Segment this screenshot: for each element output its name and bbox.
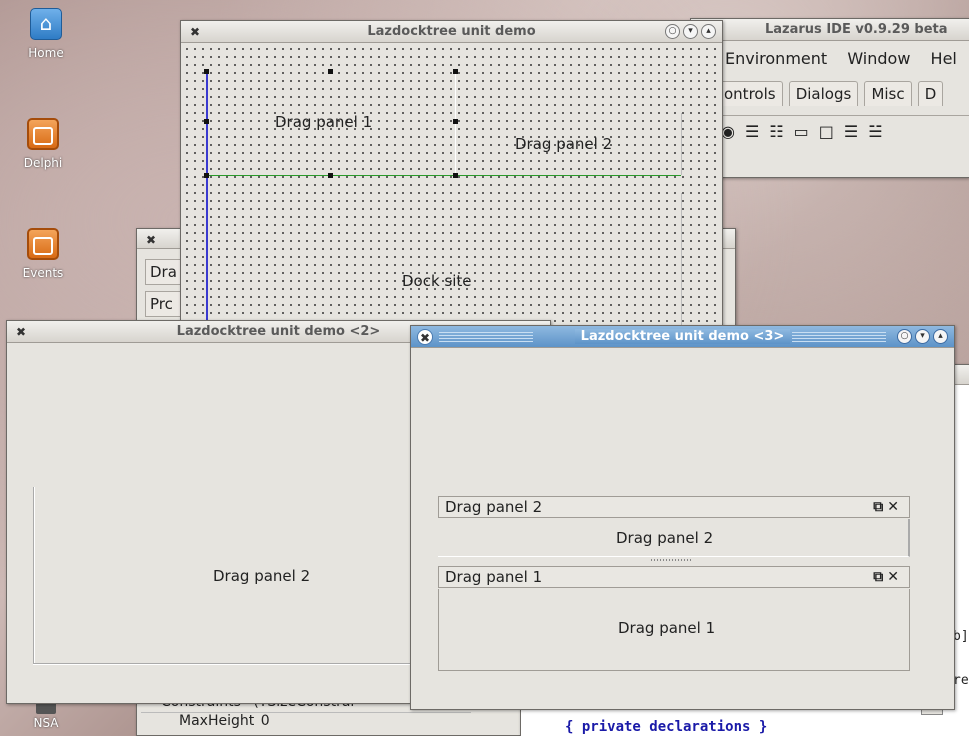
menu-environment[interactable]: Environment	[725, 49, 827, 68]
checkgroup-component-icon[interactable]: ☱	[868, 122, 882, 141]
window2-title: Lazdocktree unit demo <2>	[176, 324, 381, 339]
component-palette: ◉ ☰ ☷ ▭ □ ☰ ☱	[717, 115, 969, 145]
panel-component-icon[interactable]: □	[819, 122, 834, 141]
selection-handle[interactable]	[328, 173, 333, 178]
editor-snippet-2: re	[953, 673, 969, 688]
dock-header-panel-1[interactable]: Drag panel 1 ⧉✕	[438, 566, 910, 588]
horizontal-splitter[interactable]	[206, 175, 681, 176]
drag-panel-2-label: Drag panel 2	[515, 135, 613, 153]
desktop-icon-delphi[interactable]: Delphi	[8, 118, 78, 170]
dock-header-controls: ⧉✕	[873, 497, 903, 517]
inspector-tab-1[interactable]: Dra	[145, 259, 185, 285]
titlebar-decoration	[792, 332, 886, 342]
selection-handle[interactable]	[453, 173, 458, 178]
scrollbar-component-icon[interactable]: ▭	[794, 122, 809, 141]
minimize-icon[interactable]: ▾	[915, 329, 930, 344]
drag-panel-2-label: Drag panel 2	[616, 529, 714, 547]
editor-snippet-1: b]	[953, 629, 969, 644]
close-icon[interactable]: ✖	[417, 329, 433, 345]
tab-d[interactable]: D	[917, 81, 944, 106]
designer-titlebar[interactable]: ✖ Lazdocktree unit demo ○ ▾ ▴	[181, 21, 722, 43]
selection-handle[interactable]	[204, 119, 209, 124]
dock-splitter-grip[interactable]	[651, 559, 691, 561]
drag-panel-1-label: Drag panel 1	[618, 619, 716, 637]
designer-title: Lazdocktree unit demo	[367, 24, 536, 39]
selection-handle[interactable]	[453, 119, 458, 124]
shade-icon[interactable]: ○	[665, 24, 680, 39]
delphi-icon	[27, 118, 59, 150]
dock-site-label: Dock site	[402, 272, 472, 290]
docksite-border	[681, 193, 682, 333]
close-icon[interactable]: ✖	[187, 24, 203, 40]
desktop-icon-label: Home	[28, 46, 64, 60]
selection-handle[interactable]	[204, 69, 209, 74]
checklist-component-icon[interactable]: ☰	[844, 122, 858, 141]
demo-window-3: ✖ Lazdocktree unit demo <3> ○ ▾ ▴ Drag p…	[410, 325, 955, 710]
property-name: MaxHeight	[179, 713, 255, 729]
property-value: 0	[260, 713, 270, 729]
inspector-tab-2[interactable]: Prc	[145, 291, 185, 317]
desktop-icon-nsa[interactable]: NSA	[11, 700, 81, 730]
desktop-icon-events[interactable]: Events	[8, 228, 78, 280]
dock-header-panel-2[interactable]: Drag panel 2 ⧉✕	[438, 496, 910, 518]
radio-component-icon[interactable]: ◉	[721, 122, 735, 141]
ide-menubar: Environment Window Hel	[691, 41, 969, 71]
home-icon	[30, 8, 62, 40]
tab-misc[interactable]: Misc	[864, 81, 912, 106]
shade-icon[interactable]: ○	[897, 329, 912, 344]
selection-handle[interactable]	[204, 173, 209, 178]
code-comment: { private declarations }	[565, 719, 768, 735]
window3-titlebar[interactable]: ✖ Lazdocktree unit demo <3> ○ ▾ ▴	[411, 326, 954, 348]
desktop-icon-label: Delphi	[23, 156, 63, 170]
drag-panel-1-label: Drag panel 1	[275, 113, 373, 131]
desktop-icon-label: NSA	[33, 716, 59, 730]
form-designer-window: ✖ Lazdocktree unit demo ○ ▾ ▴ Drag panel…	[180, 20, 723, 333]
dock-panel-2-body[interactable]: Drag panel 2	[438, 519, 910, 557]
minimize-icon[interactable]: ▾	[683, 24, 698, 39]
memo-component-icon[interactable]: ☷	[769, 122, 783, 141]
ide-titlebar[interactable]: Lazarus IDE v0.9.29 beta	[691, 19, 969, 41]
close-icon[interactable]: ✖	[143, 232, 159, 248]
titlebar-decoration	[439, 332, 533, 342]
property-row-maxheight[interactable]: MaxHeight 0	[141, 713, 471, 733]
design-surface[interactable]: Drag panel 1 Drag panel 2 Dock site	[181, 43, 722, 333]
selection-handle[interactable]	[328, 69, 333, 74]
undock-icon[interactable]: ⧉	[873, 499, 887, 515]
panel-left-edge	[33, 487, 35, 665]
close-icon[interactable]: ✕	[887, 569, 903, 585]
undock-icon[interactable]: ⧉	[873, 569, 887, 585]
dock-header-title: Drag panel 1	[445, 568, 543, 586]
menu-help[interactable]: Hel	[931, 49, 957, 68]
maximize-icon[interactable]: ▴	[701, 24, 716, 39]
lazarus-ide-window: Lazarus IDE v0.9.29 beta Environment Win…	[690, 18, 969, 178]
tab-controls[interactable]: ontrols	[717, 81, 783, 106]
desktop-icon-label: Events	[22, 266, 64, 280]
dock-panel-1-body[interactable]: Drag panel 1	[438, 589, 910, 671]
close-icon[interactable]: ✖	[13, 324, 29, 340]
panel2-border	[681, 113, 682, 175]
window3-title: Lazdocktree unit demo <3>	[574, 329, 791, 344]
selection-handle[interactable]	[453, 69, 458, 74]
desktop-icon-home[interactable]: Home	[11, 8, 81, 60]
menu-window[interactable]: Window	[847, 49, 910, 68]
vertical-splitter[interactable]	[206, 73, 208, 333]
maximize-icon[interactable]: ▴	[933, 329, 948, 344]
panel-bottom-edge	[33, 663, 423, 665]
drag-panel-2-label: Drag panel 2	[213, 567, 311, 585]
ide-title: Lazarus IDE v0.9.29 beta	[765, 22, 948, 37]
events-icon	[27, 228, 59, 260]
dock-header-controls: ⧉✕	[873, 567, 903, 587]
close-icon[interactable]: ✕	[887, 499, 903, 515]
component-palette-tabs: ontrols Dialogs Misc D	[691, 71, 969, 106]
dock-header-title: Drag panel 2	[445, 498, 543, 516]
listbox-component-icon[interactable]: ☰	[745, 122, 759, 141]
tab-dialogs[interactable]: Dialogs	[788, 81, 859, 106]
